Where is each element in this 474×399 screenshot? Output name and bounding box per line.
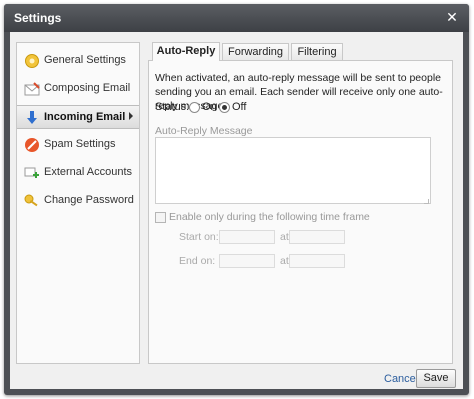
sidebar-item-incoming-email[interactable]: Incoming Email — [17, 105, 139, 129]
auto-reply-message-textarea[interactable] — [155, 137, 431, 204]
gear-icon — [25, 54, 39, 68]
close-icon[interactable]: ✕ — [445, 9, 459, 25]
settings-sidebar: General Settings Composing Email Incomin… — [16, 42, 140, 364]
window-title: Settings — [14, 11, 62, 25]
status-on-label: On — [202, 101, 217, 113]
end-time-input[interactable] — [289, 254, 345, 268]
title-bar: Settings ✕ — [4, 4, 469, 32]
add-account-icon — [24, 167, 39, 178]
sidebar-item-external-accounts[interactable]: External Accounts — [17, 161, 139, 185]
key-icon — [24, 194, 38, 207]
status-label: Status: — [155, 101, 190, 113]
save-button[interactable]: Save — [416, 369, 456, 388]
no-entry-icon — [25, 138, 39, 152]
sidebar-item-general-settings[interactable]: General Settings — [17, 49, 139, 73]
sidebar-item-label: External Accounts — [44, 166, 133, 178]
dialog-body: General Settings Composing Email Incomin… — [10, 32, 463, 389]
settings-window: Settings ✕ General Settings Composing Em… — [4, 4, 469, 395]
auto-reply-panel: When activated, an auto-reply message wi… — [148, 60, 453, 364]
start-on-label: Start on: — [179, 231, 219, 243]
tab-auto-reply[interactable]: Auto-Reply — [152, 42, 220, 61]
auto-reply-message-label: Auto-Reply Message — [155, 125, 253, 137]
sidebar-item-change-password[interactable]: Change Password — [17, 189, 139, 213]
start-at-label: at — [280, 231, 289, 243]
end-date-input[interactable] — [219, 254, 275, 268]
resize-grip-icon[interactable] — [424, 199, 429, 204]
sidebar-item-label: Incoming Email — [44, 111, 126, 123]
end-at-label: at — [280, 255, 289, 267]
download-icon — [27, 111, 37, 124]
timeframe-checkbox[interactable] — [155, 212, 166, 223]
sidebar-item-spam-settings[interactable]: Spam Settings — [17, 133, 139, 157]
sidebar-item-label: Change Password — [44, 194, 134, 206]
status-off-radio[interactable] — [219, 102, 230, 113]
sidebar-item-label: General Settings — [44, 54, 126, 66]
end-on-label: End on: — [179, 255, 216, 267]
timeframe-label: Enable only during the following time fr… — [169, 211, 370, 223]
chevron-right-icon — [129, 112, 133, 120]
status-off-label: Off — [232, 101, 247, 113]
status-on-radio[interactable] — [189, 102, 200, 113]
sidebar-item-composing-email[interactable]: Composing Email — [17, 77, 139, 101]
start-date-input[interactable] — [219, 230, 275, 244]
sidebar-item-label: Composing Email — [44, 82, 131, 94]
envelope-icon — [24, 82, 40, 96]
sidebar-item-label: Spam Settings — [44, 138, 116, 150]
start-time-input[interactable] — [289, 230, 345, 244]
cancel-link[interactable]: Cancel — [384, 373, 418, 385]
